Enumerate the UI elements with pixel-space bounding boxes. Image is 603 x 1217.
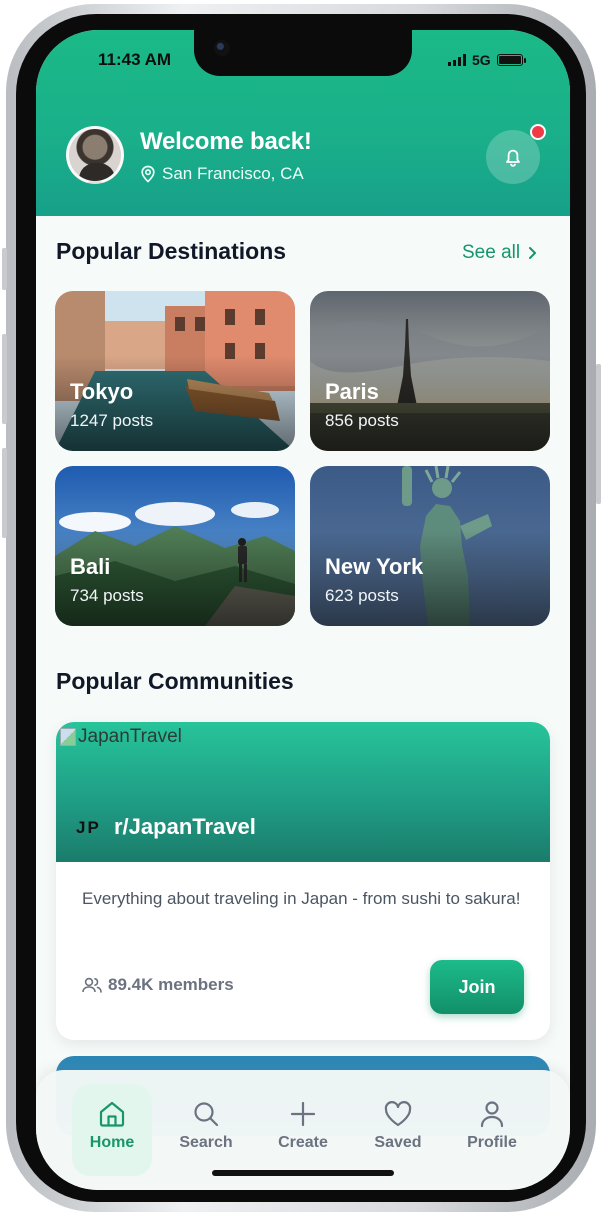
- nav-label: Saved: [374, 1134, 422, 1151]
- nav-item-home[interactable]: Home: [72, 1084, 152, 1176]
- location-pin-icon: [141, 165, 155, 183]
- notification-badge: [530, 124, 546, 140]
- see-all-link[interactable]: See all: [462, 242, 537, 264]
- community-image-alt: JapanTravel: [60, 726, 182, 748]
- destination-name: Tokyo: [70, 379, 134, 404]
- status-icons: 5G: [448, 52, 526, 68]
- destination-card-new-york[interactable]: New York 623 posts: [310, 466, 550, 626]
- destination-posts: 1247 posts: [70, 411, 154, 430]
- phone-side-button: [2, 248, 7, 290]
- front-camera: [214, 40, 230, 56]
- destination-card-paris[interactable]: Paris 856 posts: [310, 291, 550, 451]
- nav-item-profile[interactable]: Profile: [452, 1084, 532, 1176]
- community-description: Everything about traveling in Japan - fr…: [82, 889, 521, 908]
- phone-side-button: [2, 334, 7, 424]
- user-icon: [480, 1101, 504, 1128]
- destination-name: Paris: [325, 379, 379, 404]
- nav-label: Search: [179, 1134, 233, 1151]
- home-indicator: [212, 1170, 394, 1176]
- destination-posts: 856 posts: [325, 411, 399, 430]
- destination-posts: 623 posts: [325, 586, 399, 605]
- nav-item-saved[interactable]: Saved: [358, 1084, 438, 1176]
- nav-label: Home: [89, 1134, 135, 1151]
- communities-title: Popular Communities: [56, 668, 294, 694]
- community-badge: JP: [76, 818, 101, 837]
- see-all-label: See all: [462, 242, 521, 263]
- heart-icon: [384, 1101, 412, 1127]
- nav-label: Profile: [467, 1134, 517, 1151]
- avatar[interactable]: [66, 126, 124, 184]
- destination-name: New York: [325, 554, 424, 579]
- chevron-right-icon: [529, 247, 537, 259]
- nav-label: Create: [278, 1134, 328, 1151]
- welcome-title: Welcome back!: [140, 128, 312, 155]
- location-label: San Francisco, CA: [162, 164, 304, 183]
- app-screen: 11:43 AM 5G Welcome back! San Francisco,…: [36, 30, 570, 1190]
- destinations-title: Popular Destinations: [56, 238, 287, 264]
- nav-item-search[interactable]: Search: [166, 1084, 246, 1176]
- community-card[interactable]: JapanTravel JP r/JapanTravel Everything …: [56, 722, 550, 1040]
- image-alt-text: JapanTravel: [78, 726, 182, 747]
- phone-side-button: [2, 448, 7, 538]
- search-icon: [194, 1102, 219, 1127]
- home-icon: [99, 1101, 125, 1127]
- join-button[interactable]: Join: [430, 960, 524, 1014]
- destination-card-bali[interactable]: Bali 734 posts: [55, 466, 295, 626]
- destination-posts: 734 posts: [70, 586, 144, 605]
- destination-name: Bali: [70, 554, 111, 579]
- destination-card-tokyo[interactable]: Tokyo 1247 posts: [55, 291, 295, 451]
- location: San Francisco, CA: [140, 164, 304, 184]
- phone-side-button: [596, 364, 601, 504]
- signal-icon: [448, 54, 466, 66]
- status-time: 11:43 AM: [98, 50, 172, 69]
- network-label: 5G: [472, 52, 491, 68]
- users-icon: [82, 977, 102, 993]
- community-name[interactable]: r/JapanTravel: [114, 814, 256, 840]
- bell-icon: [506, 149, 520, 167]
- members-count: 89.4K members: [108, 975, 234, 994]
- community-members: 89.4K members: [82, 975, 234, 995]
- nav-item-create[interactable]: Create: [263, 1084, 343, 1176]
- broken-image-icon: [60, 728, 76, 746]
- plus-icon: [290, 1101, 316, 1127]
- battery-icon: [496, 54, 526, 66]
